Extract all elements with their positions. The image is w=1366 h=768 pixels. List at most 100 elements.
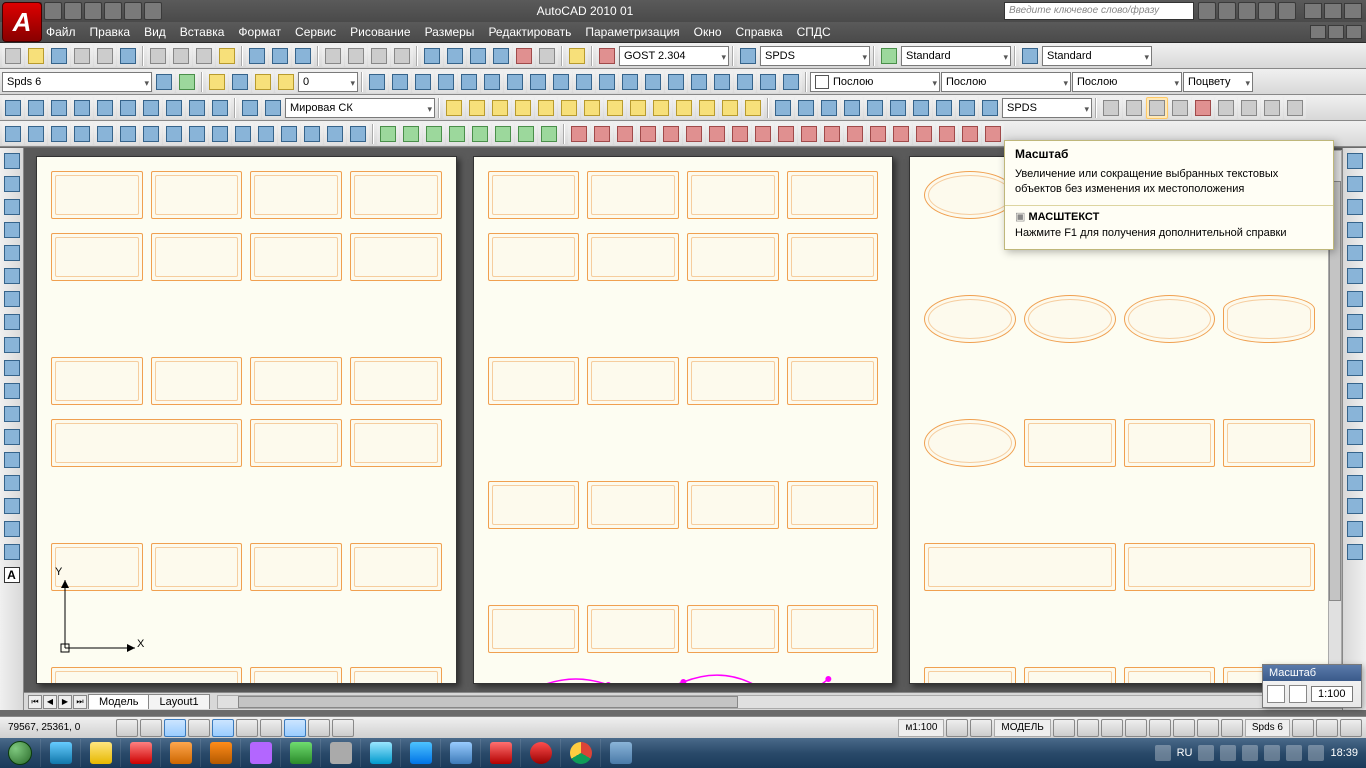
menu-dimension[interactable]: Размеры (425, 25, 475, 39)
vt-scale-icon[interactable] (1344, 357, 1366, 379)
vt-erase-icon[interactable] (1344, 196, 1366, 218)
taskbar-explorer-icon[interactable] (80, 739, 120, 767)
nav-pan-icon[interactable] (1101, 719, 1123, 737)
vt-extend-icon[interactable] (1344, 426, 1366, 448)
dim-arc-icon[interactable] (412, 71, 434, 93)
draw-helix-icon[interactable] (982, 123, 1004, 145)
draw-circle-icon[interactable] (706, 123, 728, 145)
text-height-icon[interactable] (1123, 97, 1145, 119)
vt-trim-icon[interactable] (1344, 403, 1366, 425)
vt-break-icon[interactable] (1344, 449, 1366, 471)
vt-rectangle-icon[interactable] (1, 242, 23, 264)
inquiry-time-icon[interactable] (492, 123, 514, 145)
paste-icon[interactable] (193, 45, 215, 67)
draw-ray-icon[interactable] (591, 123, 613, 145)
textstyle-combo[interactable]: GOST 2.304 (619, 46, 729, 66)
tab-nav-first-icon[interactable]: ⏮ (28, 695, 42, 709)
qp-button[interactable] (332, 719, 354, 737)
quick-view-drawings-icon[interactable] (1077, 719, 1099, 737)
vt-explode-icon[interactable] (1344, 541, 1366, 563)
model-paper-toggle[interactable]: МОДЕЛЬ (994, 719, 1050, 737)
app-menu-button[interactable]: A (2, 2, 42, 42)
vt-join-icon[interactable] (1344, 472, 1366, 494)
spell-check-icon[interactable] (1192, 97, 1214, 119)
annotation-scale[interactable]: м1:100 (898, 719, 944, 737)
draw-region-icon[interactable] (913, 123, 935, 145)
text-justify-icon[interactable] (1169, 97, 1191, 119)
textstyle-icon[interactable] (596, 45, 618, 67)
tray-volume-icon[interactable] (1242, 745, 1258, 761)
menu-insert[interactable]: Вставка (180, 25, 225, 39)
modify-array-icon[interactable] (94, 123, 116, 145)
horizontal-scrollbar[interactable] (217, 695, 1342, 709)
menu-file[interactable]: Файл (46, 25, 76, 39)
inquiry-id-icon[interactable] (469, 123, 491, 145)
modify-break-icon[interactable] (255, 123, 277, 145)
block-editor-icon[interactable] (246, 45, 268, 67)
infocenter-satellite-icon[interactable] (1238, 2, 1256, 20)
zoom-window-icon[interactable] (368, 45, 390, 67)
draw-mtext-icon[interactable] (959, 123, 981, 145)
minimize-button[interactable] (1304, 3, 1322, 19)
dim-linear-icon[interactable] (366, 71, 388, 93)
draw-ellipse-icon[interactable] (775, 123, 797, 145)
tab-nav-prev-icon[interactable]: ◀ (43, 695, 57, 709)
draw-block-icon[interactable] (821, 123, 843, 145)
taskbar-app-icon[interactable] (240, 739, 280, 767)
menu-draw[interactable]: Рисование (350, 25, 410, 39)
draw-line-icon[interactable] (568, 123, 590, 145)
text-scale-icon[interactable] (1146, 97, 1168, 119)
vt-offset-icon[interactable] (1344, 265, 1366, 287)
tablestyle-icon[interactable] (878, 45, 900, 67)
dim-tedit-icon[interactable] (757, 71, 779, 93)
otrack-button[interactable] (236, 719, 258, 737)
taskbar-autocad-icon[interactable] (440, 739, 480, 767)
dimstyle-combo[interactable]: SPDS (760, 46, 870, 66)
vt-array-icon[interactable] (1344, 288, 1366, 310)
menu-tools[interactable]: Сервис (295, 25, 336, 39)
modify-explode-icon[interactable] (347, 123, 369, 145)
pan-icon[interactable] (322, 45, 344, 67)
modify-mirror-icon[interactable] (48, 123, 70, 145)
taskbar-app-icon[interactable] (200, 739, 240, 767)
polar-button[interactable] (188, 719, 210, 737)
mtext-icon[interactable] (1100, 97, 1122, 119)
draw-point-icon[interactable] (844, 123, 866, 145)
taskbar-app-icon[interactable] (360, 739, 400, 767)
ortho-button[interactable] (164, 719, 186, 737)
vt-revcloud-icon[interactable] (1, 311, 23, 333)
dyn-button[interactable] (284, 719, 306, 737)
clean-screen-icon[interactable] (1340, 719, 1362, 737)
dim-inspect-icon[interactable] (688, 71, 710, 93)
workspace-switching-icon[interactable] (1197, 719, 1219, 737)
tray-arrow-icon[interactable] (1155, 745, 1171, 761)
tray-eject-icon[interactable] (1264, 745, 1280, 761)
scale-value[interactable]: 1:100 (1311, 686, 1353, 702)
vt-move-icon[interactable] (1344, 311, 1366, 333)
constraint-collinear-icon[interactable] (140, 97, 162, 119)
dim-update-icon[interactable] (780, 71, 802, 93)
layer-combo[interactable]: Spds 6 (2, 72, 152, 92)
vt-copy-icon[interactable] (1344, 219, 1366, 241)
osnap-center-icon[interactable] (535, 97, 557, 119)
constraint-coincident-icon[interactable] (2, 97, 24, 119)
draw-revcloud-icon[interactable] (729, 123, 751, 145)
tolerance-icon[interactable] (642, 71, 664, 93)
isolate-objects-icon[interactable] (1316, 719, 1338, 737)
ucs-icon[interactable] (239, 97, 261, 119)
dim-space-icon[interactable] (596, 71, 618, 93)
infocenter-key-icon[interactable] (1218, 2, 1236, 20)
vt-hatch-icon[interactable] (1, 472, 23, 494)
nav-wheel-icon[interactable] (1149, 719, 1171, 737)
doc-minimize-button[interactable] (1310, 25, 1326, 39)
tray-bluetooth-icon[interactable] (1308, 745, 1324, 761)
vt-block-icon[interactable] (1, 426, 23, 448)
close-button[interactable] (1344, 3, 1362, 19)
tray-antivirus-icon[interactable] (1286, 745, 1302, 761)
infocenter-binoculars-icon[interactable] (1198, 2, 1216, 20)
spds-axis-icon[interactable] (818, 97, 840, 119)
osnap-perpendicular-icon[interactable] (604, 97, 626, 119)
start-button[interactable] (0, 738, 40, 768)
inquiry-status-icon[interactable] (515, 123, 537, 145)
constraint-horizontal-icon[interactable] (94, 97, 116, 119)
